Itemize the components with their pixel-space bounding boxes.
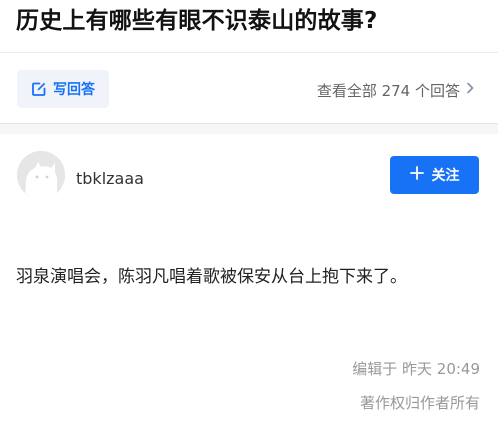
follow-button[interactable]: 关注 <box>390 156 479 194</box>
question-title[interactable]: 历史上有哪些有眼不识泰山的故事? <box>16 1 378 35</box>
copyright-notice: 著作权归作者所有 <box>359 394 480 412</box>
follow-label: 关注 <box>431 168 460 184</box>
edit-timestamp: 编辑于 昨天 20:49 <box>352 360 480 378</box>
question-header: 历史上有哪些有眼不识泰山的故事? <box>0 0 498 52</box>
author-info: tbklzaaa 关注 <box>0 133 498 223</box>
view-all-answers-link[interactable]: 查看全部 274 个回答 <box>317 80 474 101</box>
chevron-right-icon <box>466 82 474 98</box>
view-all-answers-label: 查看全部 274 个回答 <box>316 82 460 100</box>
avatar[interactable] <box>17 151 65 199</box>
author-name[interactable]: tbklzaaa <box>76 169 144 188</box>
question-action-row: 写回答 查看全部 274 个回答 <box>0 52 498 123</box>
write-answer-label: 写回答 <box>53 82 95 98</box>
plus-icon <box>409 163 424 185</box>
default-avatar-icon <box>17 151 65 199</box>
write-answer-button[interactable]: 写回答 <box>17 70 109 108</box>
answer-content: 羽泉演唱会，陈羽凡唱着歌被保安从台上抱下来了。 <box>16 267 407 287</box>
edit-icon <box>31 81 47 97</box>
